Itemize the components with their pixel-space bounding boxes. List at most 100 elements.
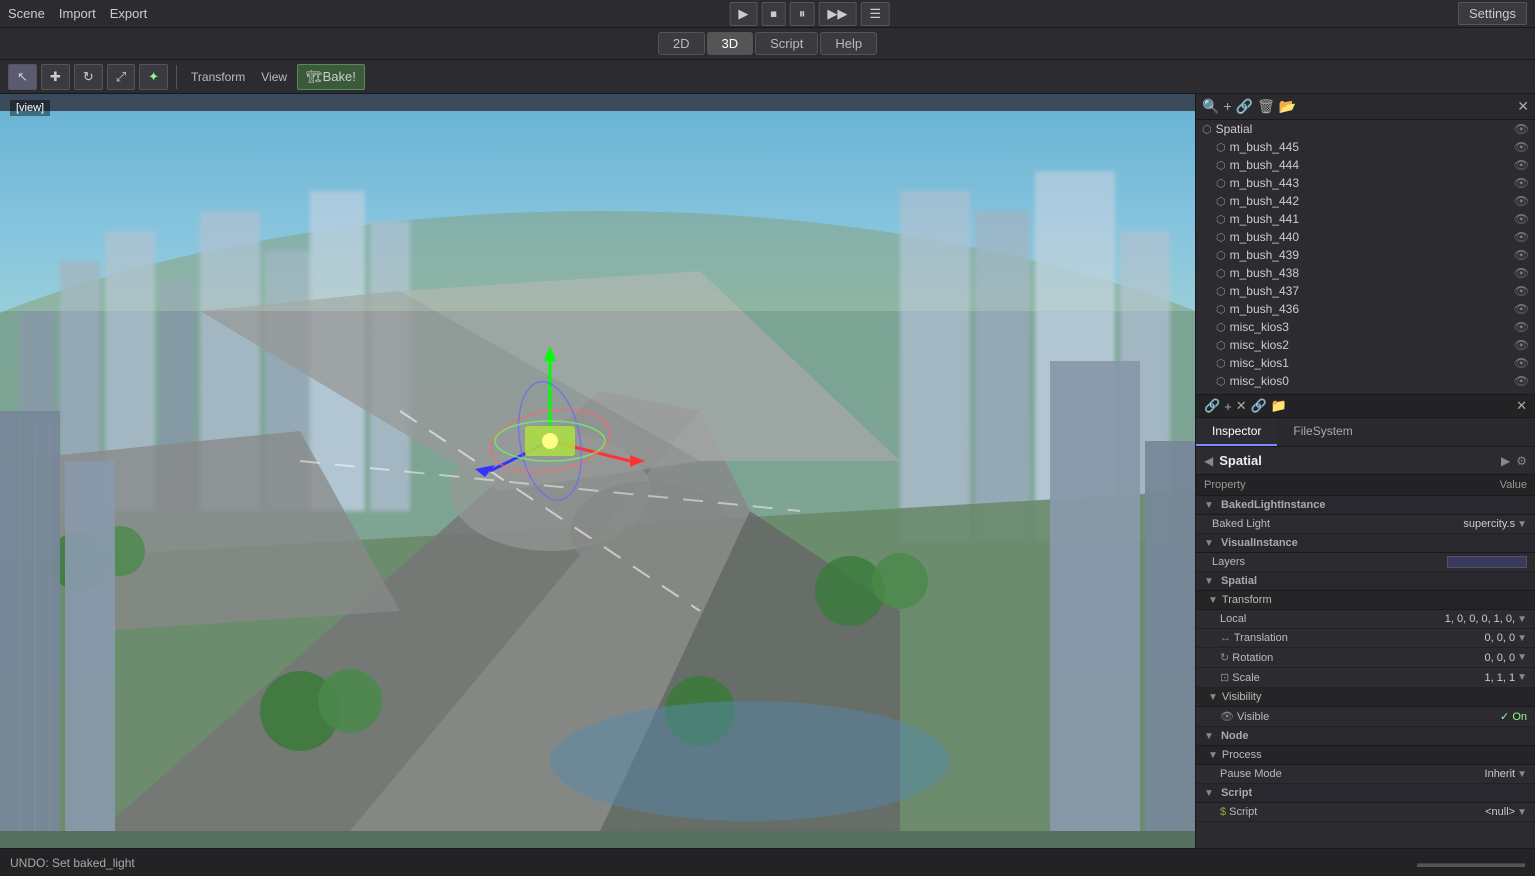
misc-kios2-icon: ⬡ <box>1216 339 1226 352</box>
tool-add[interactable]: ✚ <box>41 64 70 90</box>
scene-bottom-add-icon[interactable]: + <box>1224 399 1232 414</box>
tree-item-misc-kios2[interactable]: ⬡ misc_kios2 👁 <box>1196 336 1535 354</box>
scene-tree-add-icon[interactable]: + <box>1223 98 1231 115</box>
tool-scale[interactable]: ⤢ <box>107 64 135 90</box>
scene-tree-link-icon[interactable]: 🔗 <box>1236 98 1253 115</box>
m-bush-441-visibility[interactable]: 👁 <box>1514 212 1529 226</box>
tree-item-m-bush-438[interactable]: ⬡ m_bush_438 👁 <box>1196 264 1535 282</box>
visible-value[interactable]: ✓ On <box>1367 710 1527 723</box>
spatial-visibility-icon[interactable]: 👁 <box>1514 122 1529 136</box>
viewport[interactable]: [view] <box>0 94 1195 848</box>
toolbar-view[interactable]: View <box>255 66 293 88</box>
rotation-value[interactable]: 0, 0, 0 ▼ <box>1367 652 1527 664</box>
transform-local-dropdown-icon[interactable]: ▼ <box>1517 614 1527 625</box>
process-expand-icon: ▼ <box>1208 750 1218 761</box>
m-bush-437-visibility[interactable]: 👁 <box>1514 284 1529 298</box>
scene-bottom-link2-icon[interactable]: 🔗 <box>1251 398 1267 414</box>
tree-item-m-bush-439[interactable]: ⬡ m_bush_439 👁 <box>1196 246 1535 264</box>
baked-light-value[interactable]: supercity.s ▼ <box>1367 518 1527 530</box>
menu-scene[interactable]: Scene <box>8 6 45 21</box>
scene-tree-close[interactable]: ✕ <box>1517 98 1529 115</box>
scene-bottom-folder-icon[interactable]: 📁 <box>1271 398 1287 414</box>
misc-kios3-icon: ⬡ <box>1216 321 1226 334</box>
inspector-settings-icon[interactable]: ⚙ <box>1516 454 1527 468</box>
city-scene[interactable] <box>0 94 1195 848</box>
nav-right-arrow[interactable]: ▶ <box>1501 454 1510 468</box>
scene-tree-filter-icon[interactable]: 🔍 <box>1202 98 1219 115</box>
layers-value[interactable] <box>1367 556 1527 568</box>
tab-script[interactable]: Script <box>755 32 818 55</box>
subgroup-transform[interactable]: ▼ Transform <box>1196 591 1535 610</box>
scene-bottom-remove-icon[interactable]: ✕ <box>1236 398 1247 414</box>
step-button[interactable]: ▶▶ <box>818 2 856 26</box>
group-spatial[interactable]: ▼ Spatial <box>1196 572 1535 591</box>
play-button[interactable]: ▶ <box>729 2 757 26</box>
pause-mode-value[interactable]: Inherit ▼ <box>1367 768 1527 780</box>
translation-value[interactable]: 0, 0, 0 ▼ <box>1367 632 1527 644</box>
tool-special[interactable]: ✦ <box>139 64 168 90</box>
tree-item-m-bush-441[interactable]: ⬡ m_bush_441 👁 <box>1196 210 1535 228</box>
tree-item-misc-kios0[interactable]: ⬡ misc_kios0 👁 <box>1196 372 1535 390</box>
m-bush-437-icon: ⬡ <box>1216 285 1226 298</box>
scale-value[interactable]: 1, 1, 1 ▼ <box>1367 672 1527 684</box>
settings-button[interactable]: Settings <box>1458 2 1527 25</box>
m-bush-440-visibility[interactable]: 👁 <box>1514 230 1529 244</box>
pause-mode-dropdown-icon[interactable]: ▼ <box>1517 769 1527 780</box>
misc-kios0-visibility[interactable]: 👁 <box>1514 374 1529 388</box>
pause-button[interactable]: ⏸ <box>790 2 815 26</box>
scene-bottom-link-icon[interactable]: 🔗 <box>1204 398 1220 414</box>
group-node[interactable]: ▼ Node <box>1196 727 1535 746</box>
misc-kios2-visibility[interactable]: 👁 <box>1514 338 1529 352</box>
subgroup-process[interactable]: ▼ Process <box>1196 746 1535 765</box>
tab-help[interactable]: Help <box>820 32 877 55</box>
script-dropdown-icon[interactable]: ▼ <box>1517 807 1527 818</box>
m-bush-439-visibility[interactable]: 👁 <box>1514 248 1529 262</box>
group-script[interactable]: ▼ Script <box>1196 784 1535 803</box>
transform-local-value[interactable]: 1, 0, 0, 0, 1, 0, ▼ <box>1367 613 1527 625</box>
m-bush-438-visibility[interactable]: 👁 <box>1514 266 1529 280</box>
misc-kios1-icon: ⬡ <box>1216 357 1226 370</box>
group-visual-instance[interactable]: ▼ VisualInstance <box>1196 534 1535 553</box>
tree-item-m-bush-445[interactable]: ⬡ m_bush_445 👁 <box>1196 138 1535 156</box>
tree-item-m-bush-440[interactable]: ⬡ m_bush_440 👁 <box>1196 228 1535 246</box>
nav-left-arrow[interactable]: ◀ <box>1204 454 1213 468</box>
tree-item-misc-kios1[interactable]: ⬡ misc_kios1 👁 <box>1196 354 1535 372</box>
stop-button[interactable]: ⏹ <box>761 2 786 26</box>
toolbar-transform[interactable]: Transform <box>185 66 251 88</box>
misc-kios1-visibility[interactable]: 👁 <box>1514 356 1529 370</box>
tree-item-misc-kios3[interactable]: ⬡ misc_kios3 👁 <box>1196 318 1535 336</box>
subgroup-visibility[interactable]: ▼ Visibility <box>1196 688 1535 707</box>
menu-import[interactable]: Import <box>59 6 96 21</box>
m-bush-442-visibility[interactable]: 👁 <box>1514 194 1529 208</box>
tree-item-m-bush-437[interactable]: ⬡ m_bush_437 👁 <box>1196 282 1535 300</box>
scene-tree-folder-icon[interactable]: 📂 <box>1279 98 1296 115</box>
tree-item-m-bush-436[interactable]: ⬡ m_bush_436 👁 <box>1196 300 1535 318</box>
translation-dropdown-icon[interactable]: ▼ <box>1517 633 1527 644</box>
tool-select[interactable]: ↖ <box>8 64 37 90</box>
m-bush-443-visibility[interactable]: 👁 <box>1514 176 1529 190</box>
tab-3d[interactable]: 3D <box>707 32 754 55</box>
tree-item-m-bush-443[interactable]: ⬡ m_bush_443 👁 <box>1196 174 1535 192</box>
m-bush-436-visibility[interactable]: 👁 <box>1514 302 1529 316</box>
tree-item-spatial[interactable]: ⬡ Spatial 👁 <box>1196 120 1535 138</box>
scene-bottom-close-icon[interactable]: ✕ <box>1516 398 1527 414</box>
baked-light-dropdown-icon[interactable]: ▼ <box>1517 519 1527 530</box>
tree-item-m-bush-442[interactable]: ⬡ m_bush_442 👁 <box>1196 192 1535 210</box>
tab-inspector[interactable]: Inspector <box>1196 418 1277 446</box>
scale-dropdown-icon[interactable]: ▼ <box>1517 672 1527 683</box>
tab-2d[interactable]: 2D <box>658 32 705 55</box>
rotation-dropdown-icon[interactable]: ▼ <box>1517 652 1527 663</box>
tool-rotate[interactable]: ↻ <box>74 64 103 90</box>
menu-export[interactable]: Export <box>110 6 148 21</box>
more-button[interactable]: ☰ <box>860 2 890 26</box>
toolbar-bake[interactable]: 🏗 Bake! <box>297 64 365 90</box>
tree-item-m-bush-444[interactable]: ⬡ m_bush_444 👁 <box>1196 156 1535 174</box>
tab-filesystem[interactable]: FileSystem <box>1277 418 1368 446</box>
m-bush-440-icon: ⬡ <box>1216 231 1226 244</box>
group-baked-light-instance[interactable]: ▼ BakedLightInstance <box>1196 496 1535 515</box>
scene-tree-delete-icon[interactable]: 🗑 <box>1257 98 1275 115</box>
misc-kios3-visibility[interactable]: 👁 <box>1514 320 1529 334</box>
m-bush-444-visibility[interactable]: 👁 <box>1514 158 1529 172</box>
script-value[interactable]: <null> ▼ <box>1367 806 1527 818</box>
m-bush-445-visibility[interactable]: 👁 <box>1514 140 1529 154</box>
